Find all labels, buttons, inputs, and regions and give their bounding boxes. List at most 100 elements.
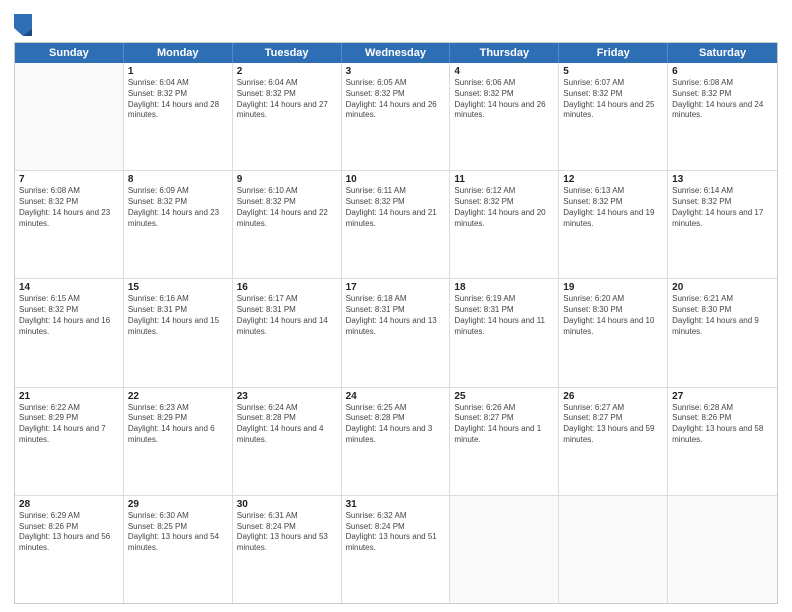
day-number: 21: [19, 391, 119, 402]
day-number: 17: [346, 282, 446, 293]
calendar-header: SundayMondayTuesdayWednesdayThursdayFrid…: [15, 43, 777, 63]
calendar-cell: 6Sunrise: 6:08 AM Sunset: 8:32 PM Daylig…: [668, 63, 777, 170]
cell-details: Sunrise: 6:27 AM Sunset: 8:27 PM Dayligh…: [563, 403, 663, 446]
cell-details: Sunrise: 6:25 AM Sunset: 8:28 PM Dayligh…: [346, 403, 446, 446]
calendar-cell: 3Sunrise: 6:05 AM Sunset: 8:32 PM Daylig…: [342, 63, 451, 170]
calendar-cell: 12Sunrise: 6:13 AM Sunset: 8:32 PM Dayli…: [559, 171, 668, 278]
day-number: 14: [19, 282, 119, 293]
day-number: 3: [346, 66, 446, 77]
day-number: 5: [563, 66, 663, 77]
calendar-cell: 22Sunrise: 6:23 AM Sunset: 8:29 PM Dayli…: [124, 388, 233, 495]
calendar-cell: 8Sunrise: 6:09 AM Sunset: 8:32 PM Daylig…: [124, 171, 233, 278]
cell-details: Sunrise: 6:32 AM Sunset: 8:24 PM Dayligh…: [346, 511, 446, 554]
cell-details: Sunrise: 6:09 AM Sunset: 8:32 PM Dayligh…: [128, 186, 228, 229]
calendar-cell: 24Sunrise: 6:25 AM Sunset: 8:28 PM Dayli…: [342, 388, 451, 495]
day-number: 20: [672, 282, 773, 293]
cell-details: Sunrise: 6:07 AM Sunset: 8:32 PM Dayligh…: [563, 78, 663, 121]
cell-details: Sunrise: 6:06 AM Sunset: 8:32 PM Dayligh…: [454, 78, 554, 121]
calendar-cell: 4Sunrise: 6:06 AM Sunset: 8:32 PM Daylig…: [450, 63, 559, 170]
header-day-monday: Monday: [124, 43, 233, 63]
cell-details: Sunrise: 6:30 AM Sunset: 8:25 PM Dayligh…: [128, 511, 228, 554]
day-number: 16: [237, 282, 337, 293]
calendar-cell: 31Sunrise: 6:32 AM Sunset: 8:24 PM Dayli…: [342, 496, 451, 603]
calendar-row-1: 7Sunrise: 6:08 AM Sunset: 8:32 PM Daylig…: [15, 171, 777, 279]
calendar-cell: [450, 496, 559, 603]
day-number: 10: [346, 174, 446, 185]
calendar-cell: 26Sunrise: 6:27 AM Sunset: 8:27 PM Dayli…: [559, 388, 668, 495]
calendar-cell: 17Sunrise: 6:18 AM Sunset: 8:31 PM Dayli…: [342, 279, 451, 386]
day-number: 25: [454, 391, 554, 402]
calendar-cell: 25Sunrise: 6:26 AM Sunset: 8:27 PM Dayli…: [450, 388, 559, 495]
day-number: 26: [563, 391, 663, 402]
header-day-tuesday: Tuesday: [233, 43, 342, 63]
day-number: 28: [19, 499, 119, 510]
calendar-row-2: 14Sunrise: 6:15 AM Sunset: 8:32 PM Dayli…: [15, 279, 777, 387]
day-number: 15: [128, 282, 228, 293]
logo: [14, 14, 35, 36]
day-number: 2: [237, 66, 337, 77]
calendar-cell: 21Sunrise: 6:22 AM Sunset: 8:29 PM Dayli…: [15, 388, 124, 495]
header: [14, 10, 778, 36]
calendar-cell: 30Sunrise: 6:31 AM Sunset: 8:24 PM Dayli…: [233, 496, 342, 603]
day-number: 22: [128, 391, 228, 402]
day-number: 4: [454, 66, 554, 77]
calendar-row-4: 28Sunrise: 6:29 AM Sunset: 8:26 PM Dayli…: [15, 496, 777, 603]
cell-details: Sunrise: 6:20 AM Sunset: 8:30 PM Dayligh…: [563, 294, 663, 337]
cell-details: Sunrise: 6:13 AM Sunset: 8:32 PM Dayligh…: [563, 186, 663, 229]
cell-details: Sunrise: 6:16 AM Sunset: 8:31 PM Dayligh…: [128, 294, 228, 337]
day-number: 30: [237, 499, 337, 510]
header-day-thursday: Thursday: [450, 43, 559, 63]
header-day-sunday: Sunday: [15, 43, 124, 63]
cell-details: Sunrise: 6:31 AM Sunset: 8:24 PM Dayligh…: [237, 511, 337, 554]
logo-icon: [14, 14, 32, 36]
day-number: 12: [563, 174, 663, 185]
header-day-friday: Friday: [559, 43, 668, 63]
calendar-cell: 10Sunrise: 6:11 AM Sunset: 8:32 PM Dayli…: [342, 171, 451, 278]
cell-details: Sunrise: 6:26 AM Sunset: 8:27 PM Dayligh…: [454, 403, 554, 446]
calendar-cell: 9Sunrise: 6:10 AM Sunset: 8:32 PM Daylig…: [233, 171, 342, 278]
calendar-cell: 29Sunrise: 6:30 AM Sunset: 8:25 PM Dayli…: [124, 496, 233, 603]
cell-details: Sunrise: 6:04 AM Sunset: 8:32 PM Dayligh…: [128, 78, 228, 121]
cell-details: Sunrise: 6:15 AM Sunset: 8:32 PM Dayligh…: [19, 294, 119, 337]
calendar-cell: 18Sunrise: 6:19 AM Sunset: 8:31 PM Dayli…: [450, 279, 559, 386]
cell-details: Sunrise: 6:22 AM Sunset: 8:29 PM Dayligh…: [19, 403, 119, 446]
cell-details: Sunrise: 6:05 AM Sunset: 8:32 PM Dayligh…: [346, 78, 446, 121]
cell-details: Sunrise: 6:28 AM Sunset: 8:26 PM Dayligh…: [672, 403, 773, 446]
calendar-cell: 28Sunrise: 6:29 AM Sunset: 8:26 PM Dayli…: [15, 496, 124, 603]
header-day-wednesday: Wednesday: [342, 43, 451, 63]
day-number: 31: [346, 499, 446, 510]
cell-details: Sunrise: 6:21 AM Sunset: 8:30 PM Dayligh…: [672, 294, 773, 337]
day-number: 19: [563, 282, 663, 293]
cell-details: Sunrise: 6:23 AM Sunset: 8:29 PM Dayligh…: [128, 403, 228, 446]
calendar-cell: 7Sunrise: 6:08 AM Sunset: 8:32 PM Daylig…: [15, 171, 124, 278]
day-number: 13: [672, 174, 773, 185]
cell-details: Sunrise: 6:29 AM Sunset: 8:26 PM Dayligh…: [19, 511, 119, 554]
header-day-saturday: Saturday: [668, 43, 777, 63]
calendar-row-0: 1Sunrise: 6:04 AM Sunset: 8:32 PM Daylig…: [15, 63, 777, 171]
page: SundayMondayTuesdayWednesdayThursdayFrid…: [0, 0, 792, 612]
calendar-cell: [15, 63, 124, 170]
calendar-cell: 11Sunrise: 6:12 AM Sunset: 8:32 PM Dayli…: [450, 171, 559, 278]
day-number: 23: [237, 391, 337, 402]
calendar-cell: 1Sunrise: 6:04 AM Sunset: 8:32 PM Daylig…: [124, 63, 233, 170]
calendar-cell: [668, 496, 777, 603]
calendar-cell: 13Sunrise: 6:14 AM Sunset: 8:32 PM Dayli…: [668, 171, 777, 278]
cell-details: Sunrise: 6:17 AM Sunset: 8:31 PM Dayligh…: [237, 294, 337, 337]
day-number: 8: [128, 174, 228, 185]
cell-details: Sunrise: 6:19 AM Sunset: 8:31 PM Dayligh…: [454, 294, 554, 337]
day-number: 1: [128, 66, 228, 77]
cell-details: Sunrise: 6:08 AM Sunset: 8:32 PM Dayligh…: [19, 186, 119, 229]
calendar-cell: 15Sunrise: 6:16 AM Sunset: 8:31 PM Dayli…: [124, 279, 233, 386]
calendar-cell: 2Sunrise: 6:04 AM Sunset: 8:32 PM Daylig…: [233, 63, 342, 170]
day-number: 11: [454, 174, 554, 185]
calendar: SundayMondayTuesdayWednesdayThursdayFrid…: [14, 42, 778, 604]
cell-details: Sunrise: 6:24 AM Sunset: 8:28 PM Dayligh…: [237, 403, 337, 446]
cell-details: Sunrise: 6:18 AM Sunset: 8:31 PM Dayligh…: [346, 294, 446, 337]
calendar-cell: 16Sunrise: 6:17 AM Sunset: 8:31 PM Dayli…: [233, 279, 342, 386]
calendar-cell: 27Sunrise: 6:28 AM Sunset: 8:26 PM Dayli…: [668, 388, 777, 495]
day-number: 9: [237, 174, 337, 185]
day-number: 29: [128, 499, 228, 510]
cell-details: Sunrise: 6:11 AM Sunset: 8:32 PM Dayligh…: [346, 186, 446, 229]
calendar-cell: 23Sunrise: 6:24 AM Sunset: 8:28 PM Dayli…: [233, 388, 342, 495]
calendar-cell: 19Sunrise: 6:20 AM Sunset: 8:30 PM Dayli…: [559, 279, 668, 386]
